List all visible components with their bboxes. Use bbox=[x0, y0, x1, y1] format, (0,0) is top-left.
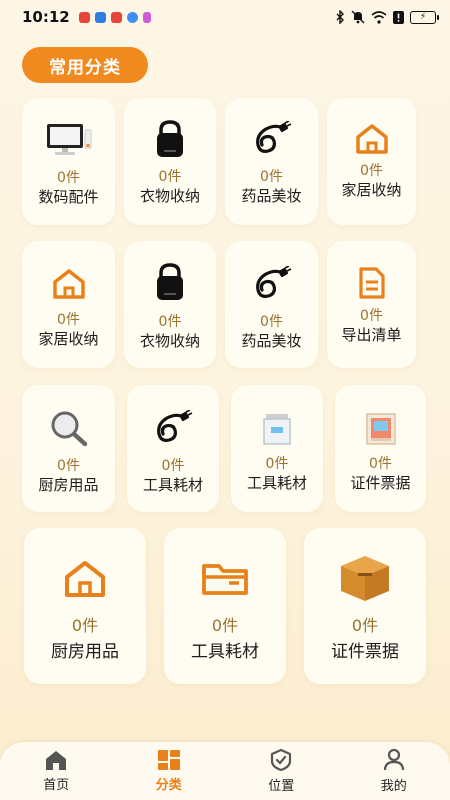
tab-category[interactable]: 分类 bbox=[129, 749, 209, 793]
app-notification-icon bbox=[126, 11, 138, 23]
magnifier-icon bbox=[48, 409, 90, 447]
home-tab-icon bbox=[46, 751, 67, 770]
category-label: 工具耗材 bbox=[246, 474, 307, 492]
item-count: 0件 bbox=[57, 312, 80, 328]
category-card-tools-large[interactable]: 0件 工具耗材 bbox=[164, 528, 286, 684]
item-count: 0件 bbox=[351, 616, 379, 635]
section-title-pill: 常用分类 bbox=[22, 47, 148, 83]
tab-label: 我的 bbox=[380, 779, 407, 794]
home-icon bbox=[353, 122, 391, 156]
category-label: 导出清单 bbox=[341, 326, 402, 344]
status-time: 10:12 bbox=[22, 8, 70, 26]
lock-icon bbox=[154, 120, 186, 158]
category-label: 数码配件 bbox=[38, 188, 99, 206]
item-count: 0件 bbox=[369, 456, 392, 472]
category-card-clothing[interactable]: 0件 衣物收纳 bbox=[124, 98, 216, 225]
profile-tab-icon bbox=[383, 748, 404, 771]
category-card-tools[interactable]: 0件 工具耗材 bbox=[231, 385, 323, 512]
status-left: 10:12 bbox=[22, 8, 151, 26]
battery-charging-glyph: ⚡ bbox=[419, 11, 427, 22]
item-count: 0件 bbox=[57, 458, 80, 474]
item-count: 0件 bbox=[161, 458, 185, 474]
alert-icon bbox=[393, 10, 404, 24]
category-card-tools[interactable]: 0件 工具耗材 bbox=[127, 385, 219, 512]
bluetooth-icon bbox=[336, 10, 344, 24]
item-count: 0件 bbox=[260, 314, 283, 330]
monitor-icon bbox=[45, 121, 93, 157]
tab-label: 位置 bbox=[268, 779, 295, 794]
tab-label: 分类 bbox=[155, 778, 182, 793]
item-count: 0件 bbox=[57, 170, 80, 186]
picture-icon bbox=[365, 411, 397, 447]
category-label: 药品美妆 bbox=[241, 187, 302, 205]
status-bar: 10:12 ⚡ bbox=[0, 0, 450, 34]
category-card-home[interactable]: 0件 家居收纳 bbox=[327, 98, 416, 225]
lock-icon bbox=[154, 263, 186, 301]
category-label: 衣物收纳 bbox=[139, 332, 200, 350]
cable-icon bbox=[252, 265, 292, 303]
category-label: 证件票据 bbox=[331, 642, 399, 662]
category-tab-icon bbox=[157, 750, 180, 770]
app-notification-icon bbox=[94, 11, 106, 23]
item-count: 0件 bbox=[260, 169, 283, 185]
category-label: 厨房用品 bbox=[51, 642, 119, 662]
status-right: ⚡ bbox=[335, 10, 439, 24]
location-tab-icon bbox=[271, 748, 292, 772]
category-card-medicine[interactable]: 0件 药品美妆 bbox=[225, 98, 318, 225]
mute-icon bbox=[351, 10, 365, 24]
home-icon bbox=[50, 267, 88, 301]
item-count: 0件 bbox=[211, 616, 239, 635]
category-card-kitchen[interactable]: 0件 厨房用品 bbox=[22, 385, 115, 512]
category-label: 工具耗材 bbox=[142, 476, 203, 494]
item-count: 0件 bbox=[360, 163, 383, 179]
item-count: 0件 bbox=[71, 616, 99, 635]
category-card-export[interactable]: 0件 导出清单 bbox=[327, 241, 416, 368]
box-icon bbox=[261, 411, 293, 447]
app-notification-icon bbox=[110, 11, 122, 23]
category-label: 家居收纳 bbox=[341, 181, 402, 199]
category-label: 衣物收纳 bbox=[139, 187, 200, 205]
battery-icon: ⚡ bbox=[410, 10, 439, 24]
bottom-tab-bar: 首页 分类 位置 我的 bbox=[0, 742, 450, 800]
category-card-documents[interactable]: 0件 证件票据 bbox=[335, 385, 426, 512]
item-count: 0件 bbox=[158, 169, 182, 185]
category-card-clothing[interactable]: 0件 衣物收纳 bbox=[124, 241, 216, 368]
wifi-icon bbox=[371, 10, 387, 24]
app-notification-icon bbox=[78, 11, 90, 23]
category-label: 药品美妆 bbox=[241, 332, 302, 350]
cable-icon bbox=[153, 409, 193, 447]
category-card-home[interactable]: 0件 家居收纳 bbox=[22, 241, 115, 368]
tab-location[interactable]: 位置 bbox=[241, 748, 321, 794]
category-label: 工具耗材 bbox=[191, 642, 259, 662]
category-card-medicine[interactable]: 0件 药品美妆 bbox=[225, 241, 318, 368]
item-count: 0件 bbox=[360, 308, 383, 324]
category-label: 证件票据 bbox=[350, 474, 411, 492]
category-card-digital[interactable]: 0件 数码配件 bbox=[22, 98, 115, 225]
tab-profile[interactable]: 我的 bbox=[354, 748, 434, 794]
document-icon bbox=[357, 265, 387, 301]
category-card-documents-large[interactable]: 0件 证件票据 bbox=[304, 528, 426, 684]
cable-icon bbox=[252, 120, 292, 158]
item-count: 0件 bbox=[265, 456, 289, 472]
home-icon bbox=[62, 558, 108, 600]
item-count: 0件 bbox=[158, 314, 182, 330]
folder-icon bbox=[201, 560, 249, 598]
category-label: 家居收纳 bbox=[38, 330, 99, 348]
tab-label: 首页 bbox=[43, 778, 70, 793]
tab-home[interactable]: 首页 bbox=[16, 749, 96, 793]
category-label: 厨房用品 bbox=[38, 476, 99, 494]
package-icon bbox=[338, 552, 392, 604]
category-card-kitchen-large[interactable]: 0件 厨房用品 bbox=[24, 528, 146, 684]
app-notification-icon bbox=[142, 11, 151, 23]
